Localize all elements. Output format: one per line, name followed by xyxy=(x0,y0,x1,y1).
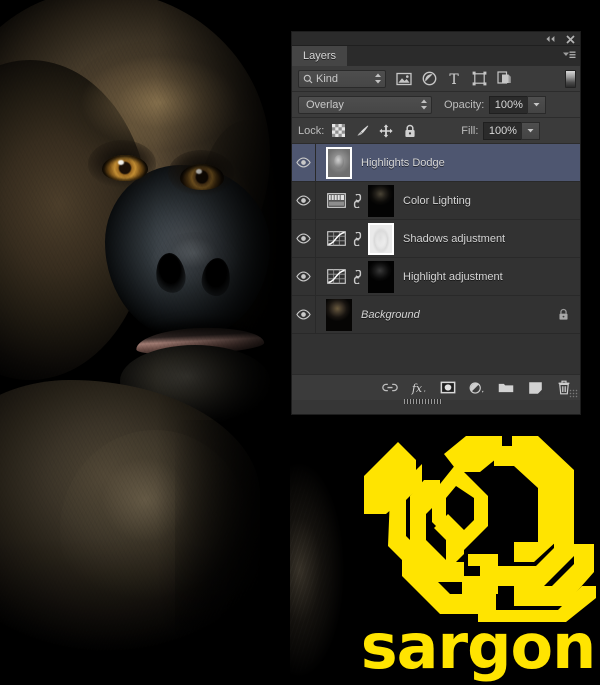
screenshot-root: Layers Kind T Overlay Opacity: 100% Lock… xyxy=(0,0,600,685)
layer-mask-thumbnail[interactable] xyxy=(368,222,394,255)
collapse-to-icons-button[interactable] xyxy=(545,34,556,45)
table-row[interactable]: Shadows adjustment xyxy=(292,219,580,258)
layer-list[interactable]: Highlights Dodge Color Lighting Shadows … xyxy=(292,144,580,374)
blend-mode-value: Overlay xyxy=(306,98,344,111)
panel-scroll-indicator[interactable] xyxy=(404,399,442,404)
eye-icon xyxy=(296,309,311,320)
filter-enable-toggle[interactable] xyxy=(565,69,576,88)
gorilla-portrait-photo xyxy=(0,0,300,685)
layer-thumbnail[interactable] xyxy=(326,146,352,179)
panel-tab-row: Layers xyxy=(292,46,580,66)
layer-visibility-toggle[interactable] xyxy=(292,219,316,258)
panel-titlebar xyxy=(292,32,580,46)
lock-label: Lock: xyxy=(298,124,325,137)
fill-dropdown-arrow[interactable] xyxy=(521,121,541,140)
blend-stepper-icon xyxy=(420,99,428,110)
layer-name[interactable]: Highlights Dodge xyxy=(361,157,445,169)
stepper-updown-icon xyxy=(374,73,382,84)
opacity-dropdown-arrow[interactable] xyxy=(527,95,547,114)
layer-mask-thumbnail[interactable] xyxy=(368,260,394,293)
eye-icon xyxy=(296,233,311,244)
table-row[interactable]: Color Lighting xyxy=(292,181,580,220)
new-layer-button[interactable] xyxy=(527,380,543,396)
gorilla-left-eye xyxy=(102,155,148,181)
link-layer-mask-icon[interactable] xyxy=(350,231,364,246)
blend-mode-row: Overlay Opacity: 100% xyxy=(292,92,580,118)
layer-name[interactable]: Background xyxy=(361,309,420,321)
filter-pixel-layers-icon[interactable] xyxy=(394,69,414,89)
filter-smart-object-layers-icon[interactable] xyxy=(494,69,514,89)
gradient-map-icon[interactable] xyxy=(322,193,350,208)
table-row[interactable]: Highlights Dodge xyxy=(292,144,580,182)
svg-text:fx: fx xyxy=(411,382,423,395)
lock-row: Lock: Fill: 100% xyxy=(292,118,580,144)
filter-kind-select[interactable]: Kind xyxy=(298,69,386,88)
tab-layers[interactable]: Layers xyxy=(292,46,349,66)
lock-all-icon[interactable] xyxy=(403,124,417,138)
filter-kind-label: Kind xyxy=(316,72,339,85)
sargon-logo: sargon xyxy=(356,436,600,685)
opacity-field[interactable]: 100% xyxy=(489,95,547,114)
gorilla-right-eye xyxy=(180,164,224,190)
panel-titlebar-controls xyxy=(545,32,576,46)
panel-menu-icon[interactable] xyxy=(562,50,576,62)
eye-icon xyxy=(296,157,311,168)
layer-visibility-toggle[interactable] xyxy=(292,181,316,220)
table-row[interactable]: Highlight adjustment xyxy=(292,257,580,296)
new-adjustment-layer-button[interactable] xyxy=(469,380,485,396)
layer-mask-thumbnail[interactable] xyxy=(368,184,394,217)
link-layer-mask-icon[interactable] xyxy=(350,193,364,208)
layers-panel: Layers Kind T Overlay Opacity: 100% Lock… xyxy=(292,32,580,414)
layers-panel-toolbar: fx xyxy=(292,374,580,404)
layer-name[interactable]: Shadows adjustment xyxy=(403,233,505,245)
filter-type-layers-icon[interactable]: T xyxy=(444,69,464,89)
gorilla-right-eye-glint xyxy=(196,169,202,174)
layer-filter-row: Kind T xyxy=(292,66,580,92)
table-row[interactable]: Background xyxy=(292,295,580,334)
opacity-value[interactable]: 100% xyxy=(489,95,528,114)
gorilla-arm-shadow xyxy=(175,420,300,685)
lock-transparent-pixels-icon[interactable] xyxy=(331,124,345,138)
layer-thumbnail[interactable] xyxy=(326,298,352,331)
fill-label: Fill: xyxy=(461,124,479,137)
layer-locked-icon xyxy=(556,308,570,322)
link-layer-mask-icon[interactable] xyxy=(350,269,364,284)
filter-shape-layers-icon[interactable] xyxy=(469,69,489,89)
layer-visibility-toggle[interactable] xyxy=(292,295,316,334)
new-group-button[interactable] xyxy=(498,380,514,396)
svg-text:T: T xyxy=(449,72,459,86)
sargon-wordmark: sargon xyxy=(360,610,596,683)
filter-type-icons: T xyxy=(394,69,514,89)
layer-name[interactable]: Color Lighting xyxy=(403,195,471,207)
link-layers-button[interactable] xyxy=(382,380,398,396)
lock-icon-group xyxy=(331,123,417,138)
eye-icon xyxy=(296,271,311,282)
lock-image-pixels-icon[interactable] xyxy=(355,124,369,138)
eye-icon xyxy=(296,195,311,206)
fill-field[interactable]: 100% xyxy=(483,121,541,140)
add-layer-style-button[interactable]: fx xyxy=(411,380,427,396)
blend-mode-select[interactable]: Overlay xyxy=(298,95,432,114)
panel-resize-grip[interactable] xyxy=(569,389,578,398)
layer-visibility-toggle[interactable] xyxy=(292,257,316,296)
curves-icon[interactable] xyxy=(322,231,350,246)
gorilla-left-eye-glint xyxy=(118,160,124,165)
curves-icon[interactable] xyxy=(322,269,350,284)
add-layer-mask-button[interactable] xyxy=(440,380,456,396)
layer-visibility-toggle[interactable] xyxy=(292,144,316,182)
lock-position-icon[interactable] xyxy=(379,123,393,138)
layer-name[interactable]: Highlight adjustment xyxy=(403,271,503,283)
filter-adjustment-layers-icon[interactable] xyxy=(419,69,439,89)
close-panel-button[interactable] xyxy=(565,34,576,45)
tab-layers-label: Layers xyxy=(303,50,337,62)
opacity-label: Opacity: xyxy=(444,98,485,111)
layer-list-empty-area xyxy=(292,334,580,374)
sargon-logo-mark xyxy=(362,436,598,622)
fill-value[interactable]: 100% xyxy=(483,121,522,140)
search-icon xyxy=(303,74,313,83)
